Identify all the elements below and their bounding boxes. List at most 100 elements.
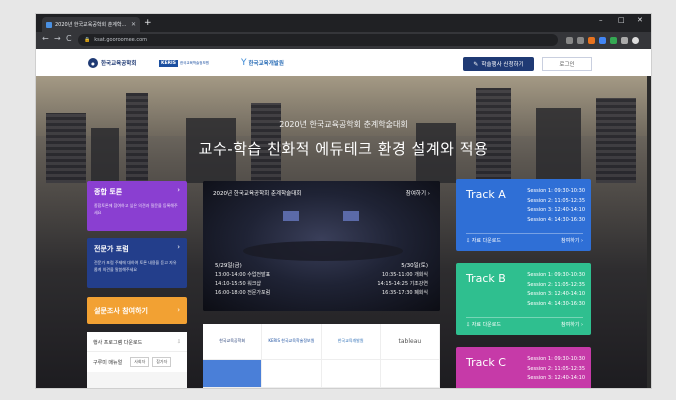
program-download-label: 행사 프로그램 다운로드	[93, 340, 143, 346]
partner-placeholder	[321, 359, 381, 388]
profile-avatar[interactable]	[632, 37, 639, 44]
main-event-card[interactable]: 2020년 한국교육공학회 춘계학술대회 참여하기 › 5/29일(금) 13:…	[203, 181, 440, 311]
download-label: 자료 다운로드	[471, 238, 501, 244]
divider	[466, 317, 583, 318]
partner-placeholder	[203, 359, 263, 388]
day1-label: 5/29일(금)	[215, 263, 242, 269]
hero-title: 교수-학습 친화적 에듀테크 환경 설계와 적용	[198, 140, 489, 158]
track-b-sessions: Session 1: 09:30-10:30 Session 2: 11:05-…	[527, 271, 585, 309]
skyline-building	[476, 88, 511, 183]
session-item: Session 2: 11:05-12:35	[527, 281, 585, 288]
event-join-link[interactable]: 참여하기 ›	[406, 189, 430, 197]
login-button[interactable]: 로그인	[542, 57, 592, 71]
browser-toolbar: ← → C 🔒 ksat.gooroomee.com	[36, 32, 651, 49]
logo-kset-text: 한국교육공학회	[101, 61, 137, 67]
session-item: Session 1: 09:30-10:30	[527, 356, 585, 362]
reload-icon[interactable]: C	[66, 34, 72, 43]
partner-logo[interactable]: tableau	[380, 324, 440, 360]
session-item: Session 2: 11:05-12:35	[527, 197, 585, 204]
kset-logo-icon: ●	[88, 58, 98, 68]
event-heading: 2020년 한국교육공학회 춘계학술대회	[213, 191, 302, 197]
day2-schedule: 10:35-11:00 개회식 14:15-14:25 기조강연 16:35-1…	[377, 271, 428, 298]
session-item: Session 1: 09:30-10:30	[527, 188, 585, 194]
expert-forum-card[interactable]: 전문가 포럼 전문가 포럼 주제에 대하여 토론 내용을 듣고 자유롭게 의견을…	[87, 238, 187, 288]
track-c-title: Track C	[466, 356, 506, 369]
pencil-icon: ✎	[473, 60, 479, 68]
survey-card[interactable]: 설문조사 참여하기 ›	[87, 297, 187, 324]
track-a-download[interactable]: ⇩ 자료 다운로드	[466, 237, 501, 244]
chevron-right-icon: ›	[177, 306, 180, 314]
extension-orange-icon[interactable]	[588, 37, 595, 44]
partner-logo[interactable]: KERIS 한국교육학술정보원	[262, 324, 322, 360]
partner-logos: 한국교육공학회 KERIS 한국교육학술정보원 한국교육개발원 tableau	[203, 324, 440, 388]
maximize-button[interactable]: □	[618, 16, 625, 24]
extension-blue-icon[interactable]	[599, 37, 606, 44]
browser-window: 2020년 한국교육공학회 춘계학... ✕ + – □ ✕ ← → C 🔒 k…	[36, 14, 651, 388]
track-b-card[interactable]: Track B Session 1: 09:30-10:30 Session 2…	[456, 263, 591, 335]
key-icon[interactable]	[566, 37, 573, 44]
stage-screen	[343, 211, 359, 221]
partner-logo[interactable]: 한국교육공학회	[203, 324, 263, 360]
session-item: Session 4: 14:30-16:30	[527, 216, 585, 223]
stage-floor	[243, 241, 403, 261]
program-download-row[interactable]: 행사 프로그램 다운로드 ⇩	[87, 332, 187, 352]
page-scrollbar[interactable]	[647, 76, 651, 388]
chevron-right-icon: ›	[177, 243, 180, 251]
session-item: Session 4: 14:30-16:30	[527, 300, 585, 307]
new-tab-button[interactable]: +	[144, 17, 152, 29]
track-b-join[interactable]: 참여하기 ›	[561, 321, 583, 328]
manual-label: 구루미 매뉴얼	[93, 359, 123, 366]
address-bar[interactable]: 🔒 ksat.gooroomee.com	[78, 34, 558, 46]
apply-button-label: 학술행사 신청하기	[481, 62, 524, 68]
keris-mark: KERIS	[159, 59, 178, 67]
session-item: Session 3: 12:40-14:10	[527, 207, 585, 213]
manual-participant-button[interactable]: 참가자	[152, 357, 172, 367]
track-a-card[interactable]: Track A Session 1: 09:30-10:30 Session 2…	[456, 179, 591, 251]
extension-green-icon[interactable]	[610, 37, 617, 44]
schedule-item: 13:00-14:00 수업전발표	[215, 272, 271, 278]
partner-placeholder	[262, 359, 322, 388]
track-a-join[interactable]: 참여하기 ›	[561, 237, 583, 244]
track-b-download[interactable]: ⇩ 자료 다운로드	[466, 321, 501, 328]
track-c-card[interactable]: Track C Session 1: 09:30-10:30 Session 2…	[456, 347, 591, 388]
sidebar-extra	[87, 372, 187, 388]
partner-logo[interactable]: 한국교육개발원	[321, 324, 381, 360]
manual-host-button[interactable]: 사회자	[130, 357, 150, 367]
general-discussion-desc: 종합토론에 참여하고 싶은 의견과 질문을 등록해주세요	[94, 203, 178, 215]
minimize-button[interactable]: –	[599, 16, 603, 24]
track-b-title: Track B	[466, 272, 506, 285]
site-header: ● 한국교육공학회 KERIS 한국교육학술정보원 Y 한국교육개발원 ✎ 학술…	[36, 49, 651, 76]
general-discussion-title: 종합 토론	[94, 188, 123, 196]
schedule-item: 10:35-11:00 개회식	[381, 272, 428, 278]
url-text: ksat.gooroomee.com	[94, 37, 147, 43]
day1-schedule: 13:00-14:00 수업전발표 14:10-15:50 워크샵 16:00-…	[215, 271, 270, 298]
star-icon[interactable]	[577, 37, 584, 44]
session-item: Session 1: 09:30-10:30	[527, 272, 585, 278]
track-a-sessions: Session 1: 09:30-10:30 Session 2: 11:05-…	[527, 187, 585, 225]
tab-close-icon[interactable]: ✕	[131, 21, 136, 28]
partner-placeholder	[380, 359, 440, 388]
logo-kset[interactable]: ● 한국교육공학회	[88, 57, 136, 69]
divider	[466, 233, 583, 234]
tab-bar: 2020년 한국교육공학회 춘계학... ✕ + – □ ✕	[36, 14, 651, 32]
track-c-sessions: Session 1: 09:30-10:30 Session 2: 11:05-…	[527, 355, 585, 384]
day2-label: 5/30일(토)	[401, 263, 428, 269]
schedule-item: 16:35-17:30 폐회식	[381, 290, 428, 296]
expert-forum-desc: 전문가 포럼 주제에 대하여 토론 내용을 듣고 자유롭게 의견을 말씀해주세요	[94, 260, 177, 272]
session-item: Session 2: 11:05-12:35	[527, 365, 585, 372]
keris-sub-text: 한국교육학술정보원	[179, 60, 209, 65]
logo-kedi[interactable]: Y 한국교육개발원	[241, 57, 284, 69]
back-icon[interactable]: ←	[42, 34, 49, 43]
general-discussion-card[interactable]: 종합 토론 종합토론에 참여하고 싶은 의견과 질문을 등록해주세요 ›	[87, 181, 187, 231]
kedi-logo-icon: Y	[241, 58, 247, 68]
logo-keris[interactable]: KERIS 한국교육학술정보원	[159, 57, 209, 69]
extension-puzzle-icon[interactable]	[621, 37, 628, 44]
schedule-item: 14:10-15:50 워크샵	[215, 281, 262, 287]
browser-tab[interactable]: 2020년 한국교육공학회 춘계학... ✕	[42, 17, 140, 32]
close-window-button[interactable]: ✕	[637, 16, 643, 24]
lock-icon: 🔒	[84, 37, 91, 43]
tab-title: 2020년 한국교육공학회 춘계학...	[55, 22, 127, 28]
apply-button[interactable]: ✎ 학술행사 신청하기	[463, 57, 534, 71]
forward-icon[interactable]: →	[54, 34, 61, 43]
favicon-icon	[46, 21, 52, 28]
